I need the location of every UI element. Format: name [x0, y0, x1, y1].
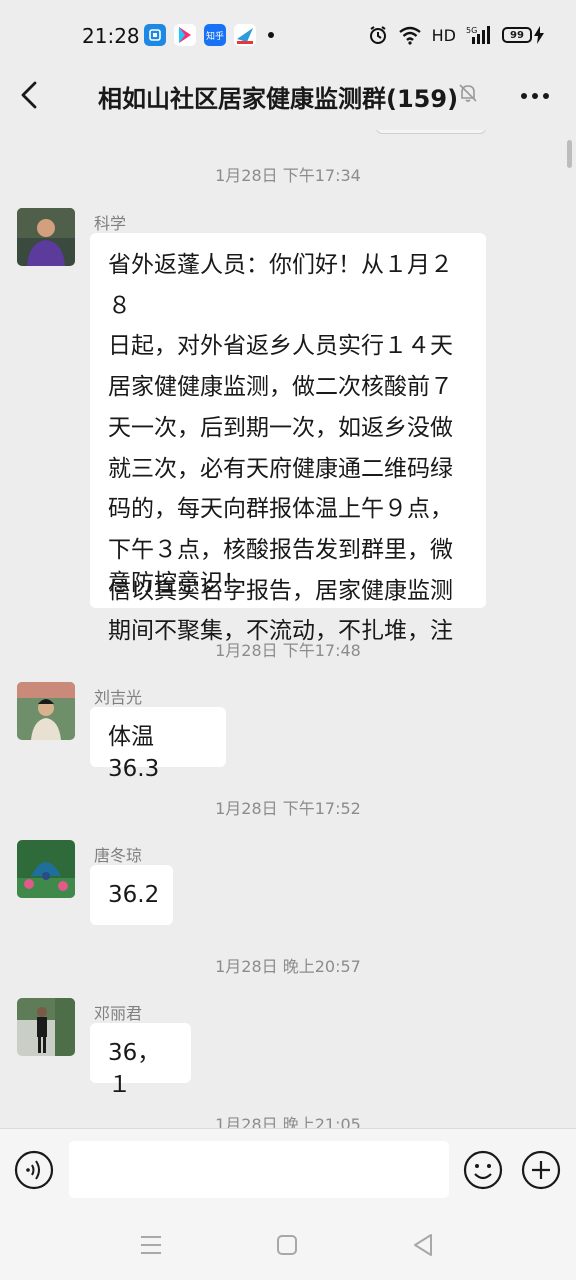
system-navigation-bar — [0, 1214, 576, 1280]
back-nav-icon[interactable] — [412, 1233, 434, 1257]
menu-icon[interactable] — [140, 1234, 162, 1256]
sender-name: 刘吉光 — [94, 688, 143, 707]
avatar[interactable] — [17, 840, 75, 898]
home-icon[interactable] — [276, 1234, 298, 1256]
plus-icon[interactable] — [520, 1150, 562, 1190]
avatar[interactable] — [17, 208, 75, 266]
message-bubble[interactable]: 36.2 — [90, 865, 173, 925]
message-line: 天一次，后到期一次，如返乡没做 — [108, 414, 453, 441]
status-bar: 21:28 知乎 HD 5G 99 — [0, 0, 576, 72]
battery-level: 99 — [502, 27, 532, 43]
message-line: 省外返蓬人员：你们好！从１月２８ — [108, 252, 453, 319]
zhihu-app-icon: 知乎 — [204, 24, 226, 46]
mute-icon — [459, 84, 477, 102]
wallet-app-icon — [144, 24, 166, 46]
avatar[interactable] — [17, 682, 75, 740]
avatar[interactable] — [17, 998, 75, 1056]
message-text: 36，１ — [108, 1040, 161, 1098]
message-line: 意防控意识！ — [108, 570, 246, 596]
alarm-icon — [369, 26, 386, 44]
emoji-icon[interactable] — [463, 1150, 503, 1190]
message-text: 36.2 — [108, 882, 160, 908]
message-timestamp: 1月28日 下午17:34 — [215, 166, 361, 185]
message-line: 码的，每天向群报体温上午９点， — [108, 496, 453, 523]
message-line: 就三次，必有天府健康通二维码绿 — [108, 455, 453, 482]
chat-message-list[interactable]: 1月28日 下午17:34 科学 省外返蓬人员：你们好！从１月２８ 日起，对外省… — [0, 130, 576, 1128]
svg-text:5G: 5G — [466, 26, 477, 35]
more-notifications-dot — [268, 32, 274, 38]
more-options-button[interactable] — [520, 92, 550, 100]
message-bubble[interactable]: 体温 36.3 — [90, 707, 226, 782]
status-time: 21:28 — [82, 24, 140, 48]
message-timestamp: 1月28日 下午17:48 — [215, 641, 361, 660]
voice-input-icon[interactable] — [14, 1150, 54, 1190]
back-button[interactable] — [18, 80, 40, 110]
message-bubble[interactable]: 省外返蓬人员：你们好！从１月２８ 日起，对外省返乡人员实行１４天 居家健健康监测… — [90, 233, 486, 644]
zhihu-app-label: 知乎 — [205, 31, 224, 42]
previous-message-bubble — [376, 130, 486, 134]
message-input-bar — [0, 1128, 576, 1214]
sender-name: 科学 — [94, 214, 127, 233]
tuda-app-icon — [234, 24, 256, 46]
message-line: 日起，对外省返乡人员实行１４天 — [108, 333, 453, 360]
youku-app-icon — [174, 24, 196, 46]
sender-name: 邓丽君 — [94, 1004, 143, 1023]
sender-name: 唐冬琼 — [94, 846, 143, 865]
signal-icon: 5G — [466, 26, 490, 44]
network-label: HD — [431, 25, 456, 45]
battery-indicator: 99 — [502, 26, 544, 44]
message-timestamp: 1月28日 晚上20:57 — [215, 957, 361, 976]
status-indicators: HD 5G 99 — [368, 25, 544, 45]
chat-title: 相如山社区居家健康监测群(159) — [98, 85, 459, 113]
charging-icon — [534, 26, 544, 44]
notification-app-icons: 知乎 — [144, 24, 274, 46]
chat-header: 相如山社区居家健康监测群(159) — [0, 72, 576, 130]
wifi-icon — [398, 26, 421, 45]
message-timestamp: 1月28日 晚上21:05 — [215, 1115, 361, 1128]
message-bubble[interactable]: 36，１ — [90, 1023, 191, 1098]
message-timestamp: 1月28日 下午17:52 — [215, 799, 361, 818]
message-text: 体温 36.3 — [108, 724, 160, 782]
message-input[interactable] — [69, 1141, 449, 1198]
message-line: 居家健健康监测，做二次核酸前７ — [108, 374, 453, 401]
